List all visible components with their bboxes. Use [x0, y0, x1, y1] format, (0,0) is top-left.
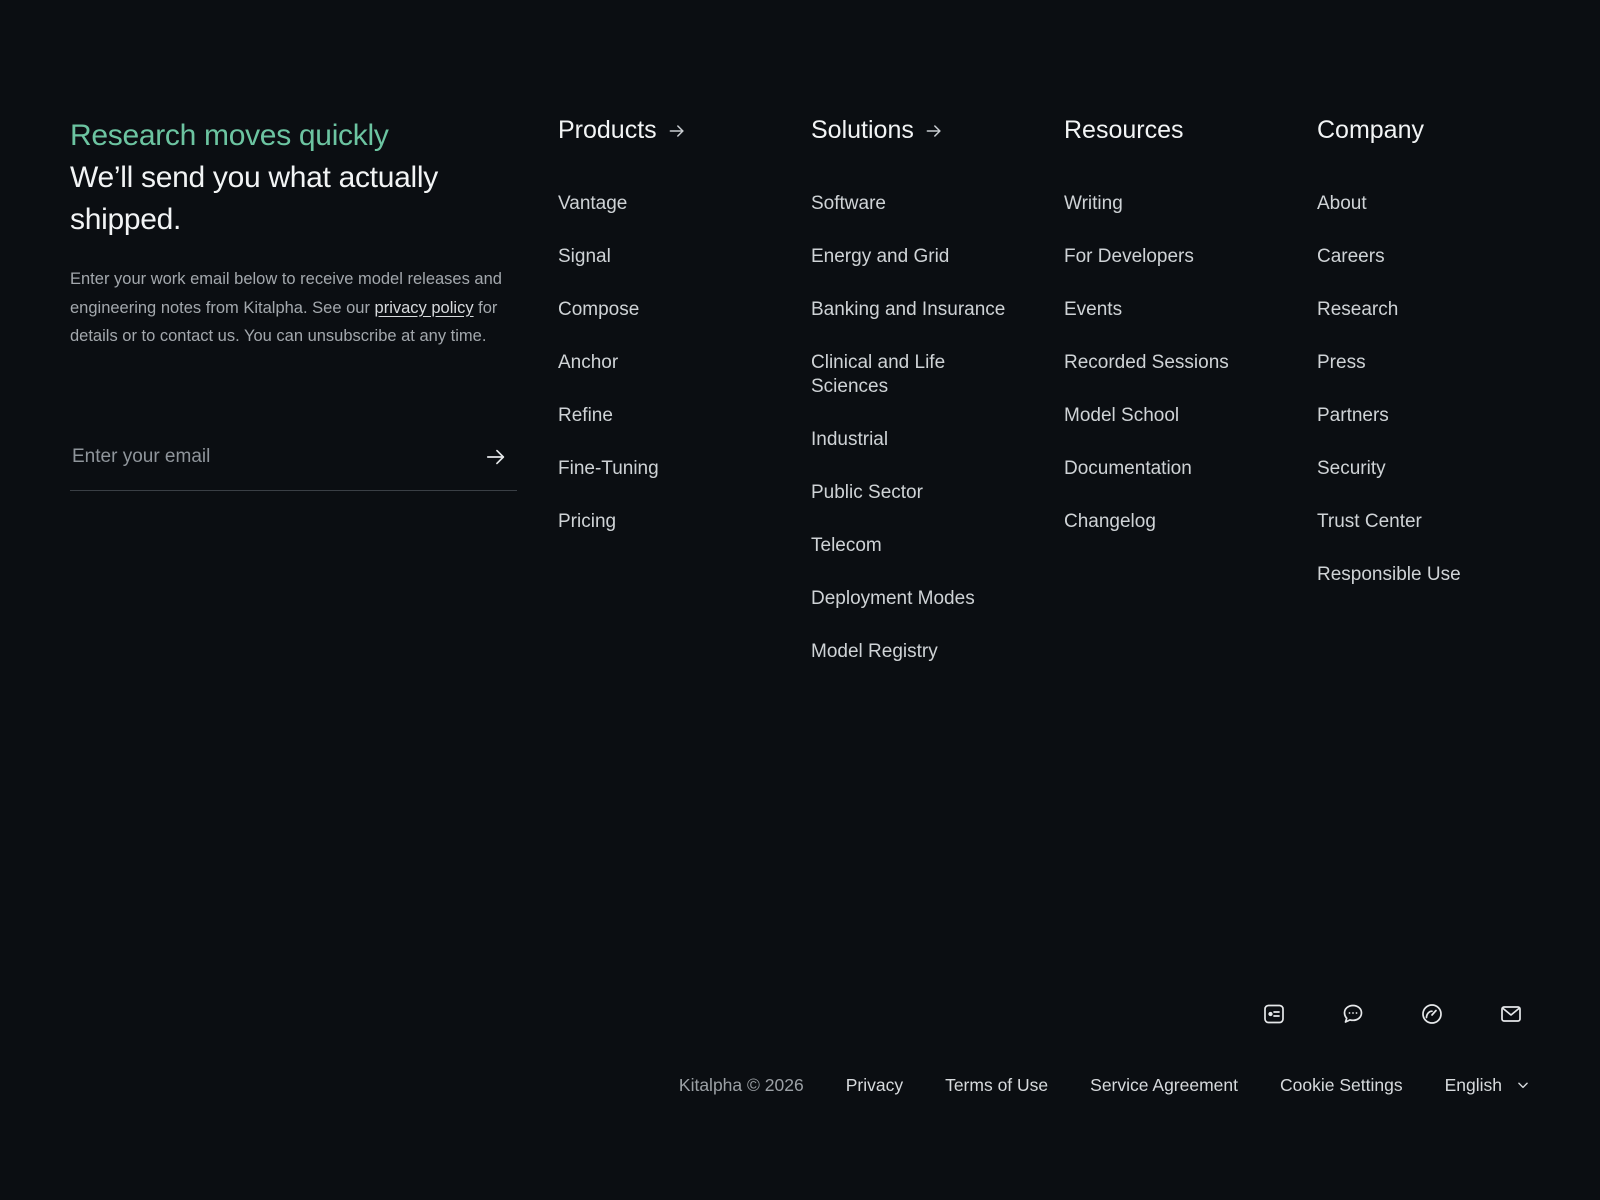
solutions-link-clinical-life-sciences[interactable]: Clinical and Life Sciences — [811, 351, 981, 399]
resources-column: Resources Writing For Developers Events … — [1064, 112, 1294, 563]
resources-link-changelog[interactable]: Changelog — [1064, 510, 1294, 534]
company-link-trust-center[interactable]: Trust Center — [1317, 510, 1517, 534]
site-footer: Research moves quickly We’ll send you wh… — [0, 0, 1600, 1200]
solutions-column: Solutions Software Energy and Grid Banki… — [811, 112, 1031, 693]
company-link-security[interactable]: Security — [1317, 457, 1517, 481]
resources-heading: Resources — [1064, 112, 1294, 148]
solutions-link-software[interactable]: Software — [811, 192, 1031, 216]
company-link-responsible-use[interactable]: Responsible Use — [1317, 563, 1517, 587]
email-signup-form — [70, 430, 517, 491]
products-link-signal[interactable]: Signal — [558, 245, 788, 269]
solutions-link-banking-insurance[interactable]: Banking and Insurance — [811, 298, 1031, 322]
products-heading-label: Products — [558, 116, 657, 144]
resources-link-recorded-sessions[interactable]: Recorded Sessions — [1064, 351, 1294, 375]
company-link-research[interactable]: Research — [1317, 298, 1517, 322]
resources-link-for-developers[interactable]: For Developers — [1064, 245, 1294, 269]
newsletter-headline: We’ll send you what actually shipped. — [70, 161, 438, 236]
resources-heading-label: Resources — [1064, 116, 1184, 144]
products-link-refine[interactable]: Refine — [558, 404, 788, 428]
resources-link-model-school[interactable]: Model School — [1064, 404, 1294, 428]
chevron-down-icon — [1518, 1082, 1528, 1089]
company-link-about[interactable]: About — [1317, 192, 1517, 216]
service-agreement-link[interactable]: Service Agreement — [1090, 1073, 1238, 1097]
solutions-heading-label: Solutions — [811, 116, 914, 144]
gauge-icon[interactable] — [1420, 1002, 1444, 1026]
resources-link-events[interactable]: Events — [1064, 298, 1294, 322]
solutions-link-public-sector[interactable]: Public Sector — [811, 481, 1031, 505]
newsletter-accent-heading: Research moves quickly — [70, 119, 389, 152]
resources-link-documentation[interactable]: Documentation — [1064, 457, 1294, 481]
solutions-link-telecom[interactable]: Telecom — [811, 534, 1031, 558]
solutions-link-model-registry[interactable]: Model Registry — [811, 640, 1031, 664]
newsletter-description: Enter your work email below to receive m… — [70, 265, 520, 351]
solutions-link-deployment-modes[interactable]: Deployment Modes — [811, 587, 1031, 611]
company-heading: Company — [1317, 112, 1517, 148]
products-link-fine-tuning[interactable]: Fine-Tuning — [558, 457, 788, 481]
email-input[interactable] — [70, 438, 464, 476]
mail-icon[interactable] — [1499, 1002, 1523, 1026]
arrow-right-icon — [924, 121, 944, 141]
arrow-right-icon — [486, 449, 505, 465]
privacy-policy-link[interactable]: privacy policy — [375, 299, 474, 317]
solutions-link-energy-grid[interactable]: Energy and Grid — [811, 245, 1031, 269]
language-label: English — [1444, 1075, 1502, 1095]
resources-link-writing[interactable]: Writing — [1064, 192, 1294, 216]
id-card-icon[interactable] — [1262, 1002, 1286, 1026]
company-column: Company About Careers Research Press Par… — [1317, 112, 1517, 616]
email-submit-button[interactable] — [481, 442, 511, 472]
privacy-link[interactable]: Privacy — [846, 1073, 903, 1097]
language-selector[interactable]: English — [1445, 1073, 1530, 1097]
products-heading[interactable]: Products — [558, 112, 788, 148]
company-link-press[interactable]: Press — [1317, 351, 1517, 375]
products-link-pricing[interactable]: Pricing — [558, 510, 788, 534]
chat-bubble-icon[interactable] — [1341, 1002, 1365, 1026]
company-link-careers[interactable]: Careers — [1317, 245, 1517, 269]
company-heading-label: Company — [1317, 116, 1424, 144]
solutions-heading[interactable]: Solutions — [811, 112, 1031, 148]
terms-of-use-link[interactable]: Terms of Use — [945, 1073, 1048, 1097]
solutions-link-industrial[interactable]: Industrial — [811, 428, 1031, 452]
legal-bar: Kitalpha © 2026 Privacy Terms of Use Ser… — [679, 1073, 1530, 1097]
products-link-vantage[interactable]: Vantage — [558, 192, 788, 216]
social-links — [1262, 1002, 1523, 1026]
products-link-anchor[interactable]: Anchor — [558, 351, 788, 375]
newsletter-section: Research moves quickly We’ll send you wh… — [70, 115, 520, 367]
products-column: Products Vantage Signal Compose Anchor R… — [558, 112, 788, 563]
copyright-text: Kitalpha © 2026 — [678, 1075, 804, 1095]
products-link-compose[interactable]: Compose — [558, 298, 788, 322]
company-link-partners[interactable]: Partners — [1317, 404, 1517, 428]
arrow-right-icon — [667, 121, 687, 141]
cookie-settings-link[interactable]: Cookie Settings — [1280, 1073, 1403, 1097]
